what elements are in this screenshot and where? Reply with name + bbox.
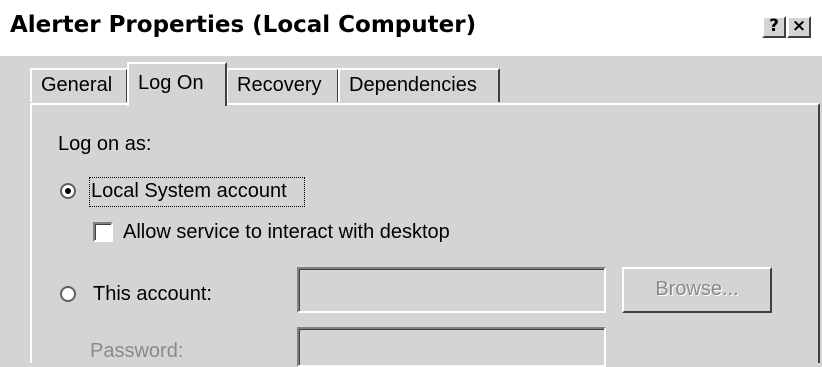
title-bar: Alerter Properties (Local Computer) ? × bbox=[0, 0, 822, 56]
tab-general[interactable]: General bbox=[30, 68, 128, 102]
local-system-radio[interactable] bbox=[60, 183, 76, 199]
this-account-label[interactable]: This account: bbox=[93, 283, 212, 306]
close-button[interactable]: × bbox=[787, 16, 811, 38]
this-account-field[interactable] bbox=[297, 267, 606, 313]
tab-dependencies-label: Dependencies bbox=[349, 74, 477, 96]
tab-recovery[interactable]: Recovery bbox=[226, 68, 339, 102]
password-label: Password: bbox=[90, 340, 184, 362]
local-system-label[interactable]: Local System account bbox=[91, 180, 287, 203]
browse-button[interactable]: Browse... bbox=[622, 267, 772, 313]
interact-desktop-checkbox[interactable] bbox=[93, 222, 113, 242]
tab-dependencies[interactable]: Dependencies bbox=[338, 68, 500, 102]
radio-selected-dot bbox=[65, 188, 71, 194]
tab-recovery-label: Recovery bbox=[237, 74, 322, 96]
window-title: Alerter Properties (Local Computer) bbox=[10, 12, 477, 38]
tab-general-label: General bbox=[41, 74, 113, 96]
interact-desktop-label[interactable]: Allow service to interact with desktop bbox=[123, 221, 450, 244]
tab-log-on[interactable]: Log On bbox=[127, 62, 227, 106]
this-account-radio[interactable] bbox=[60, 286, 76, 302]
log-on-as-label: Log on as: bbox=[58, 133, 152, 155]
tab-log-on-label: Log On bbox=[138, 72, 204, 94]
help-button[interactable]: ? bbox=[762, 16, 786, 38]
password-field[interactable] bbox=[297, 327, 606, 367]
